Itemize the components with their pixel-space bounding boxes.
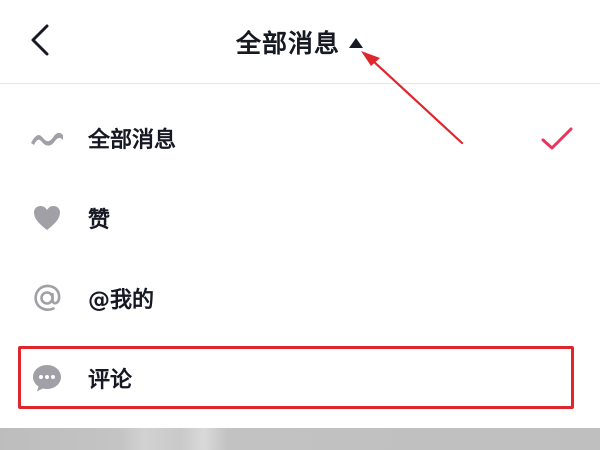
at-icon [30,281,64,315]
menu-item-label: 赞 [88,208,111,233]
message-filter-dropdown[interactable]: 全部消息 [0,22,600,62]
menu-item-comments[interactable]: 评论 [0,338,600,418]
bottom-overlay-strip [0,428,600,450]
menu-item-all-messages[interactable]: 全部消息 [0,98,600,178]
menu-item-likes[interactable]: 赞 [0,178,600,258]
menu-item-label: @我的 [88,288,155,313]
comment-bubble-icon [30,361,64,395]
menu-item-label: 全部消息 [88,128,177,153]
message-filter-screen: 全部消息 全部消息 赞 @我的 评论 [0,0,600,450]
caret-up-icon [349,38,363,48]
check-icon [541,127,573,150]
top-bar: 全部消息 [0,0,600,84]
page-title: 全部消息 [235,29,340,58]
wave-icon [30,121,64,155]
menu-item-label: 评论 [88,368,133,393]
menu-item-mentions[interactable]: @我的 [0,258,600,338]
heart-icon [30,201,64,235]
